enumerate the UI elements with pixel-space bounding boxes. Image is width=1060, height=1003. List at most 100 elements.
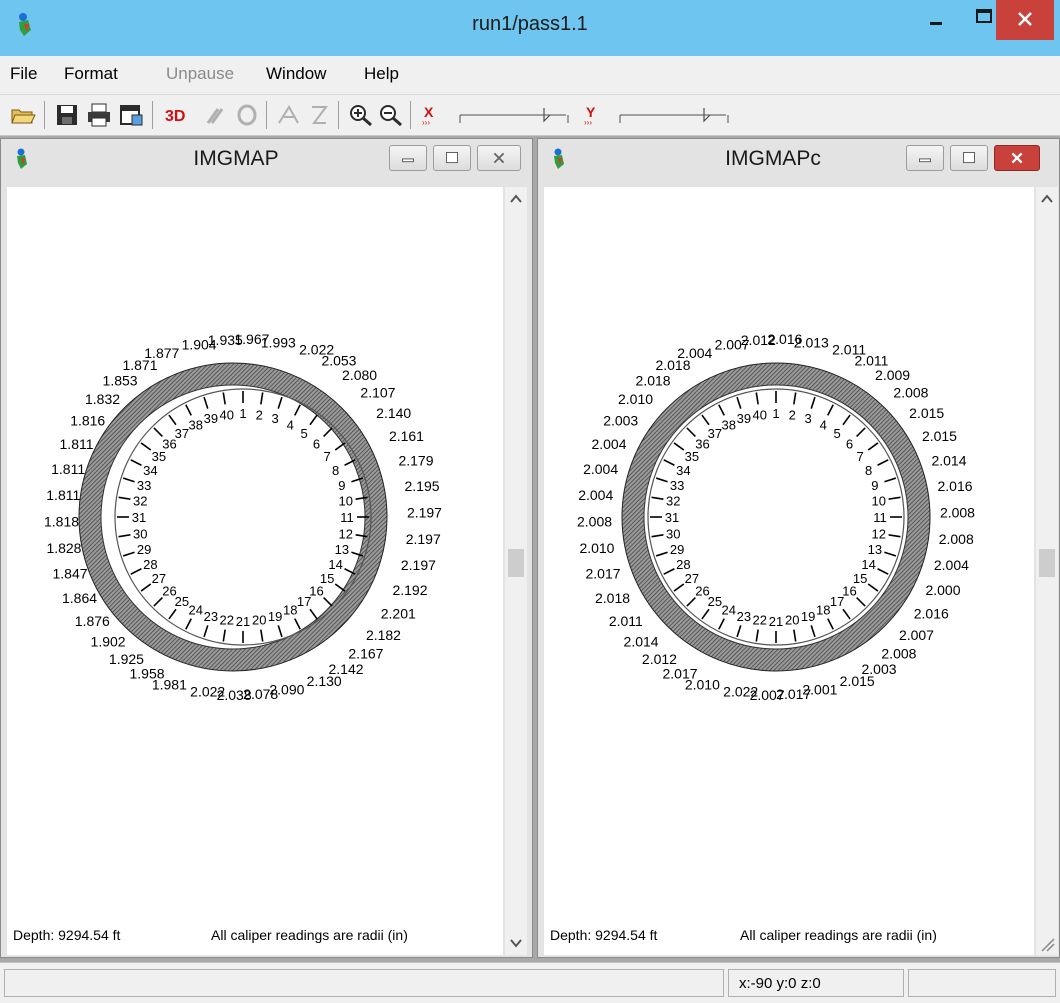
caliper-reading-label: 2.016 [938,478,973,494]
y-scale-slider[interactable] [616,103,732,127]
arm-tick [655,551,668,557]
caliper-reading-label: 2.015 [840,673,875,689]
caliper-reading-label: 2.140 [376,405,411,421]
caliper-image-map: 1 2 3 4567891011121314151617181920212223242… [577,331,975,703]
arm-tick [755,392,759,405]
arm-index-label: 37 [708,426,722,441]
arm-tick [222,392,226,405]
child-maximize-button[interactable] [433,145,471,171]
caliper-reading-label: 2.182 [366,627,401,643]
y-scale-icon[interactable]: Y ››› [582,103,612,127]
vertical-scrollbar[interactable] [1036,187,1058,955]
child-minimize-button[interactable] [906,145,944,171]
toolbar-separator [410,101,411,129]
resize-grip-icon[interactable] [1036,931,1058,955]
3d-icon[interactable]: 3D [162,103,196,127]
tool-disabled-icon[interactable] [234,103,260,127]
arm-tick [701,414,710,426]
coordinates-readout: x:-90 y:0 z:0 [739,975,821,992]
caliper-reading-label: 1.958 [130,665,165,681]
arm-index-label: 39 [204,411,218,426]
arm-index-label: 30 [133,526,147,541]
open-icon[interactable] [10,103,36,127]
x-scale-slider[interactable] [456,103,572,127]
tool-disabled-icon[interactable] [276,103,302,127]
image-map-canvas[interactable]: 1 2 3 4 5 6 7 8 9 10 11 12 13 14 15 16 17 18 19 20 21 22 23 24 2… [7,187,503,955]
arm-tick [655,477,668,483]
print-icon[interactable] [86,103,112,127]
caliper-reading-label: 2.017 [585,566,620,582]
arm-tick [718,404,725,416]
menu-help[interactable]: Help [364,64,399,84]
arm-index-label: 11 [873,510,887,525]
status-bar: x:-90 y:0 z:0 [0,962,1060,1003]
arm-tick [203,625,209,638]
arm-index-label: 8 [332,463,339,478]
arm-tick [222,629,226,642]
depth-label: Depth: 9294.54 ft [13,927,121,943]
caliper-reading-label: 2.008 [893,385,928,401]
arm-index-label: 4 [287,417,294,432]
tool-disabled-icon[interactable] [202,103,228,127]
scroll-up-icon[interactable] [505,187,527,211]
caliper-reading-label: 2.197 [407,505,442,521]
menu-window[interactable]: Window [266,64,326,84]
vertical-scrollbar[interactable] [505,187,527,955]
arm-tick [153,597,163,607]
arm-index-label: 28 [143,557,157,572]
arm-tick [130,459,142,466]
minimize-button[interactable] [912,0,960,40]
caliper-reading-label: 2.107 [360,385,395,401]
menu-unpause[interactable]: Unpause [166,64,234,84]
caliper-reading-label: 2.130 [307,673,342,689]
tool-disabled-icon[interactable] [306,103,332,127]
arm-index-label: 20 [785,613,799,628]
export-icon[interactable] [118,103,144,127]
child-minimize-button[interactable] [389,145,427,171]
menu-file[interactable]: File [10,64,37,84]
save-icon[interactable] [54,103,80,127]
image-map-canvas[interactable]: 1 2 3 4 5 6 7 8 9 10 11 12 13 14 15 16 17 18 19 20 21 22 23 24 2… [544,187,1034,955]
close-button[interactable] [996,0,1054,40]
child-maximize-button[interactable] [950,145,988,171]
arm-tick [827,404,834,416]
arm-index-label: 2 [789,407,796,422]
caliper-reading-label: 1.876 [75,613,110,629]
arm-index-label: 31 [665,510,679,525]
zoom-in-icon[interactable] [348,103,374,127]
scroll-up-icon[interactable] [1036,187,1058,211]
scroll-down-icon[interactable] [505,931,527,955]
arm-index-label: 1 [772,406,779,421]
arm-index-label: 27 [152,571,166,586]
arm-index-label: 12 [338,526,352,541]
caliper-reading-label: 2.192 [392,582,427,598]
menu-format[interactable]: Format [64,64,118,84]
arm-tick [736,396,742,409]
arm-index-label: 27 [685,571,699,586]
caliper-reading-label: 2.022 [190,683,225,699]
arm-index-label: 8 [865,463,872,478]
arm-tick [810,396,816,409]
arm-index-label: 33 [670,478,684,493]
child-close-button[interactable] [994,145,1040,171]
arm-tick [153,427,163,437]
caliper-reading-label: 2.009 [875,367,910,383]
scroll-thumb[interactable] [508,549,524,577]
caliper-image-map: 1 2 3 4567891011121314151617181920212223242… [44,331,442,703]
arm-index-label: 32 [133,494,147,509]
arm-index-label: 34 [143,463,157,478]
scroll-thumb[interactable] [1039,549,1055,577]
child-close-button[interactable] [477,145,521,171]
toolbar-separator [44,101,45,129]
x-scale-icon[interactable]: X ››› [420,103,450,127]
arm-index-label: 40 [752,407,766,422]
arm-index-label: 29 [137,542,151,557]
arm-tick [888,496,901,500]
caliper-reading-label: 2.080 [342,367,377,383]
arm-index-label: 5 [834,426,841,441]
caliper-reading-label: 2.015 [922,428,957,444]
arm-tick [810,625,816,638]
zoom-out-icon[interactable] [378,103,404,127]
arm-index-label: 14 [861,557,875,572]
child-window-imgmap: IMGMAP 1 2 3 4 5 6 7 8 9 10 11 12 13 14 15 16 17 18 19 20 21… [0,138,533,958]
